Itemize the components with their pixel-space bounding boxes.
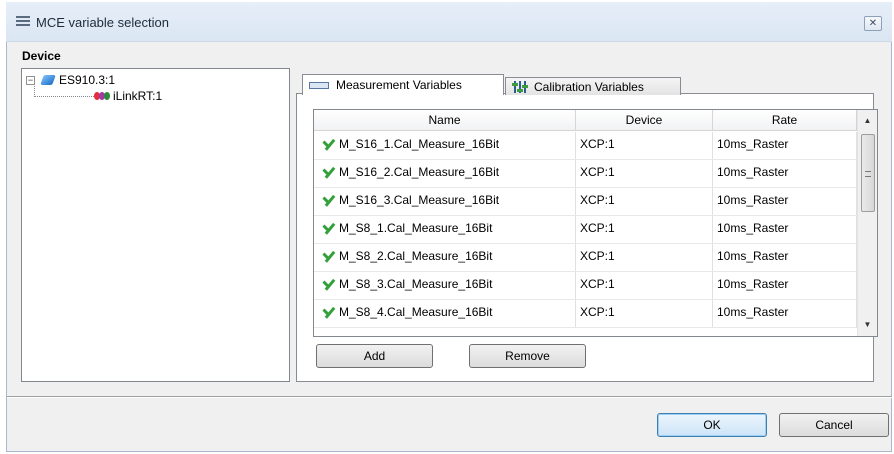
variable-name: M_S16_2.Cal_Measure_16Bit [339,165,500,179]
variable-name: M_S8_3.Cal_Measure_16Bit [339,277,493,291]
green-check-icon [320,222,334,234]
column-header-name[interactable]: Name [314,110,576,130]
device-cell: XCP:1 [576,132,713,159]
measurement-icon [309,81,329,89]
variable-name: M_S16_3.Cal_Measure_16Bit [339,193,500,207]
tab-label: Calibration Variables [534,79,644,94]
window-title: MCE variable selection [36,15,169,30]
scroll-up-arrow-icon[interactable]: ▲ [858,112,877,130]
close-button[interactable]: ✕ [864,16,882,31]
calibration-sliders-icon [512,80,528,94]
column-header-device[interactable]: Device [576,110,713,130]
name-cell: M_S8_3.Cal_Measure_16Bit [314,272,576,299]
variable-name: M_S8_2.Cal_Measure_16Bit [339,249,493,263]
grip-icon [865,171,871,177]
title-bar: MCE variable selection ✕ [6,2,892,42]
device-cell: XCP:1 [576,300,713,327]
rate-cell: 10ms_Raster [713,244,857,271]
ilink-connector-icon [94,90,112,102]
scroll-down-arrow-icon[interactable]: ▼ [858,316,877,334]
device-cell: XCP:1 [576,216,713,243]
remove-button[interactable]: Remove [469,344,586,368]
rate-cell: 10ms_Raster [713,216,857,243]
name-cell: M_S16_3.Cal_Measure_16Bit [314,188,576,215]
variables-table[interactable]: Name Device Rate M_S16_1.Cal_Measure_16B… [313,109,878,337]
table-row[interactable]: M_S8_3.Cal_Measure_16Bit XCP:1 10ms_Rast… [314,272,857,300]
column-header-rate[interactable]: Rate [713,110,857,130]
footer-separator [7,396,892,398]
name-cell: M_S16_1.Cal_Measure_16Bit [314,132,576,159]
table-vertical-scrollbar[interactable]: ▲ ▼ [857,110,877,336]
green-check-icon [320,250,334,262]
variable-name: M_S8_1.Cal_Measure_16Bit [339,221,493,235]
device-cell: XCP:1 [576,244,713,271]
table-header: Name Device Rate [314,110,857,131]
device-cell: XCP:1 [576,160,713,187]
device-cell: XCP:1 [576,188,713,215]
window-list-icon [16,16,30,28]
device-tree[interactable]: − ES910.3:1 iLinkRT:1 [21,68,290,382]
rate-cell: 10ms_Raster [713,188,857,215]
name-cell: M_S8_1.Cal_Measure_16Bit [314,216,576,243]
table-row[interactable]: M_S16_2.Cal_Measure_16Bit XCP:1 10ms_Ras… [314,160,857,188]
tab-calibration-variables[interactable]: Calibration Variables [505,77,681,95]
rate-cell: 10ms_Raster [713,272,857,299]
hardware-module-icon [39,75,57,85]
table-row[interactable]: M_S8_1.Cal_Measure_16Bit XCP:1 10ms_Rast… [314,216,857,244]
name-cell: M_S8_2.Cal_Measure_16Bit [314,244,576,271]
tab-measurement-variables[interactable]: Measurement Variables [302,74,504,95]
green-check-icon [320,278,334,290]
table-row[interactable]: M_S8_4.Cal_Measure_16Bit XCP:1 10ms_Rast… [314,300,857,328]
green-check-icon [320,194,334,206]
tree-node-ilinkrt[interactable]: iLinkRT:1 [94,87,162,105]
variable-name: M_S16_1.Cal_Measure_16Bit [339,137,500,151]
tab-label: Measurement Variables [336,78,462,92]
green-check-icon [320,138,334,150]
device-cell: XCP:1 [576,272,713,299]
name-cell: M_S8_4.Cal_Measure_16Bit [314,300,576,327]
device-section-label: Device [22,49,61,63]
tree-node-label: iLinkRT:1 [113,89,163,103]
rate-cell: 10ms_Raster [713,300,857,327]
table-row[interactable]: M_S16_1.Cal_Measure_16Bit XCP:1 10ms_Ras… [314,132,857,160]
rate-cell: 10ms_Raster [713,132,857,159]
table-row[interactable]: M_S16_3.Cal_Measure_16Bit XCP:1 10ms_Ras… [314,188,857,216]
collapse-icon[interactable]: − [26,75,35,85]
rate-cell: 10ms_Raster [713,160,857,187]
table-row[interactable]: M_S8_2.Cal_Measure_16Bit XCP:1 10ms_Rast… [314,244,857,272]
tree-node-label: ES910.3:1 [59,73,116,87]
cancel-button[interactable]: Cancel [779,413,889,437]
name-cell: M_S16_2.Cal_Measure_16Bit [314,160,576,187]
scroll-thumb[interactable] [861,134,875,212]
add-button[interactable]: Add [316,344,433,368]
variable-name: M_S8_4.Cal_Measure_16Bit [339,305,493,319]
green-check-icon [320,306,334,318]
ok-button[interactable]: OK [657,413,767,437]
green-check-icon [320,166,334,178]
